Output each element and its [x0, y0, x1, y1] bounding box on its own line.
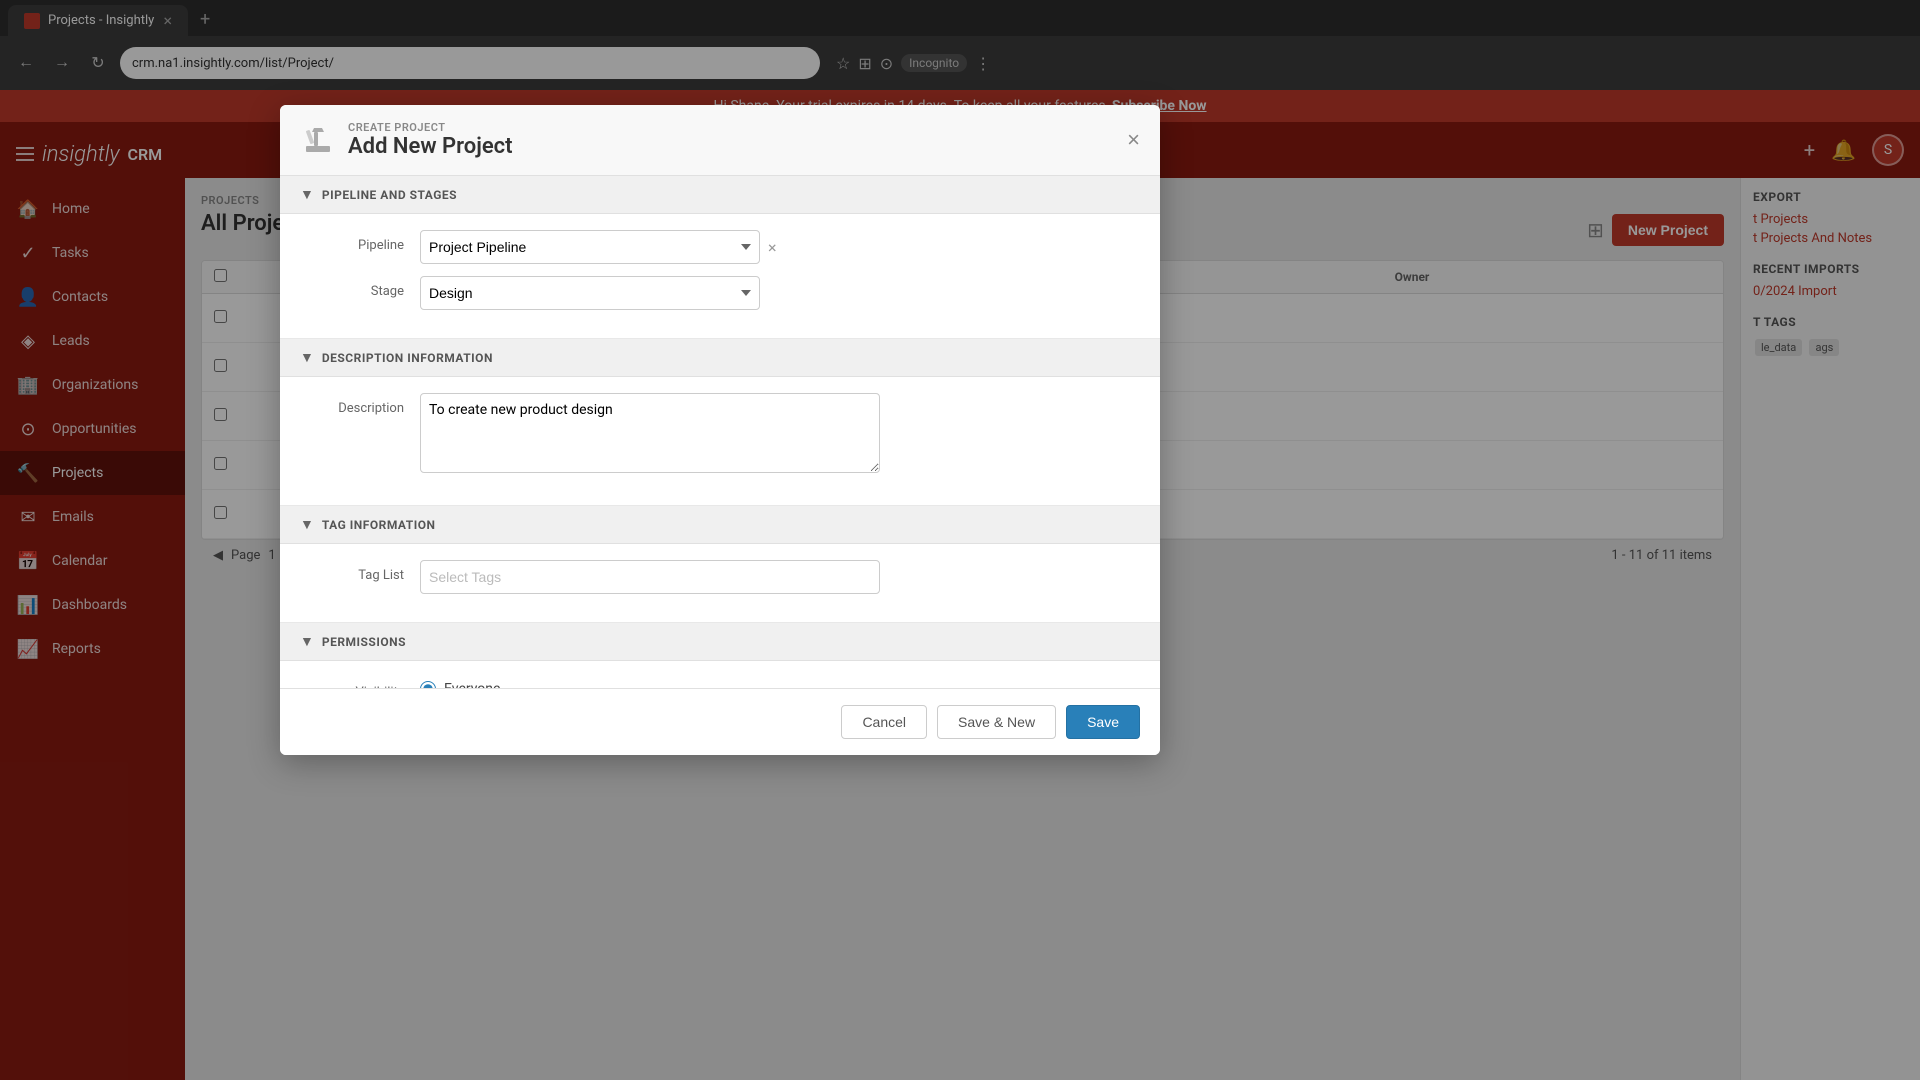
pipeline-select[interactable]: Project Pipeline [420, 230, 760, 264]
tags-input[interactable] [420, 560, 880, 594]
pipeline-row: Pipeline Project Pipeline × [300, 230, 1140, 264]
modal-close-button[interactable]: × [1127, 129, 1140, 151]
visibility-everyone-radio[interactable] [420, 681, 436, 688]
pipeline-clear-button[interactable]: × [768, 238, 777, 257]
description-textarea[interactable]: To create new product design [420, 393, 880, 473]
project-modal-icon [300, 122, 336, 158]
stage-row: Stage Design [300, 276, 1140, 310]
description-section-body: Description To create new product design [280, 377, 1160, 506]
pipeline-label: Pipeline [300, 230, 420, 253]
permissions-chevron-icon[interactable]: ▼ [300, 633, 314, 650]
tags-row: Tag List [300, 560, 1140, 594]
description-chevron-icon[interactable]: ▼ [300, 349, 314, 366]
tags-section-body: Tag List [280, 544, 1160, 623]
stage-select[interactable]: Design [420, 276, 760, 310]
stage-label: Stage [300, 276, 420, 299]
visibility-label: Visibility [300, 677, 420, 688]
tags-control [420, 560, 1140, 594]
permissions-section-title: PERMISSIONS [322, 635, 406, 649]
tags-label: Tag List [300, 560, 420, 583]
pipeline-section-title: PIPELINE AND STAGES [322, 188, 457, 202]
visibility-control: Everyone Only the record owner ? Select … [420, 677, 1140, 688]
modal-header-text: CREATE PROJECT Add New Project [348, 121, 513, 159]
stage-control: Design [420, 276, 1140, 310]
tags-section-title: TAG INFORMATION [322, 518, 436, 532]
modal-header: CREATE PROJECT Add New Project × [280, 105, 1160, 176]
pipeline-select-wrapper: Project Pipeline × [420, 230, 780, 264]
description-section-title: DESCRIPTION INFORMATION [322, 351, 493, 365]
visibility-radio-group: Everyone Only the record owner ? Select … [420, 677, 1140, 688]
modal-title: Add New Project [348, 134, 513, 159]
permissions-section-body: Visibility Everyone Only the record owne… [280, 661, 1160, 688]
permissions-section-header: ▼ PERMISSIONS [280, 623, 1160, 661]
pipeline-chevron-icon[interactable]: ▼ [300, 186, 314, 203]
modal-body: ▼ PIPELINE AND STAGES Pipeline Project P… [280, 176, 1160, 688]
create-label: CREATE PROJECT [348, 121, 513, 134]
description-row: Description To create new product design [300, 393, 1140, 477]
modal-footer: Cancel Save & New Save [280, 688, 1160, 755]
pipeline-control: Project Pipeline × [420, 230, 1140, 264]
pipeline-section-header: ▼ PIPELINE AND STAGES [280, 176, 1160, 214]
save-and-new-button[interactable]: Save & New [937, 705, 1056, 739]
create-project-modal: CREATE PROJECT Add New Project × ▼ PIPEL… [280, 105, 1160, 755]
save-button[interactable]: Save [1066, 705, 1140, 739]
description-section-header: ▼ DESCRIPTION INFORMATION [280, 339, 1160, 377]
visibility-everyone-option[interactable]: Everyone [420, 681, 1140, 688]
pipeline-section-body: Pipeline Project Pipeline × Stage Design [280, 214, 1160, 339]
cancel-button[interactable]: Cancel [841, 705, 927, 739]
tags-chevron-icon[interactable]: ▼ [300, 516, 314, 533]
visibility-row: Visibility Everyone Only the record owne… [300, 677, 1140, 688]
description-control: To create new product design [420, 393, 1140, 477]
description-label: Description [300, 393, 420, 416]
visibility-everyone-label: Everyone [444, 681, 500, 688]
tags-section-header: ▼ TAG INFORMATION [280, 506, 1160, 544]
